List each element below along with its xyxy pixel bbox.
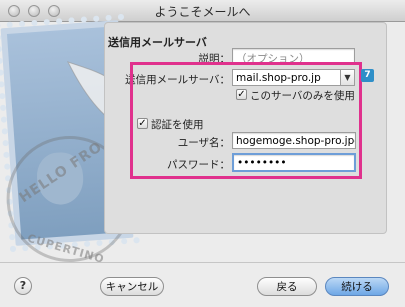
description-placeholder: （オプション）: [236, 53, 310, 65]
only-this-server-label: このサーバのみを使用: [250, 90, 355, 102]
description-input[interactable]: （オプション）: [232, 48, 355, 65]
server-value: mail.shop-pro.jp: [236, 72, 321, 84]
password-input[interactable]: ••••••••: [232, 153, 356, 172]
help-button[interactable]: ?: [14, 277, 32, 295]
back-button[interactable]: 戻る: [257, 277, 317, 296]
continue-button[interactable]: 続ける: [325, 277, 389, 296]
divider: [0, 262, 405, 263]
username-input[interactable]: hogemoge.shop-pro.jp-sh: [232, 132, 356, 149]
use-auth-checkbox[interactable]: ✓: [137, 118, 148, 129]
cancel-button[interactable]: キャンセル: [100, 277, 164, 296]
chevron-down-icon[interactable]: ▼: [340, 70, 354, 85]
section-title: 送信用メールサーバ: [108, 36, 207, 49]
use-auth-label: 認証を使用: [151, 119, 204, 131]
server-label: 送信用メールサーバ：: [125, 74, 230, 86]
description-label: 説明：: [198, 53, 231, 65]
username-label: ユーザ名：: [177, 137, 230, 149]
password-label: パスワード：: [167, 159, 230, 171]
step-badge: 7: [361, 69, 374, 82]
username-value: hogemoge.shop-pro.jp-sh: [236, 135, 355, 147]
only-this-server-checkbox[interactable]: ✓: [236, 89, 247, 100]
password-value: ••••••••: [237, 157, 287, 169]
server-combobox[interactable]: mail.shop-pro.jp ▼: [232, 69, 355, 86]
